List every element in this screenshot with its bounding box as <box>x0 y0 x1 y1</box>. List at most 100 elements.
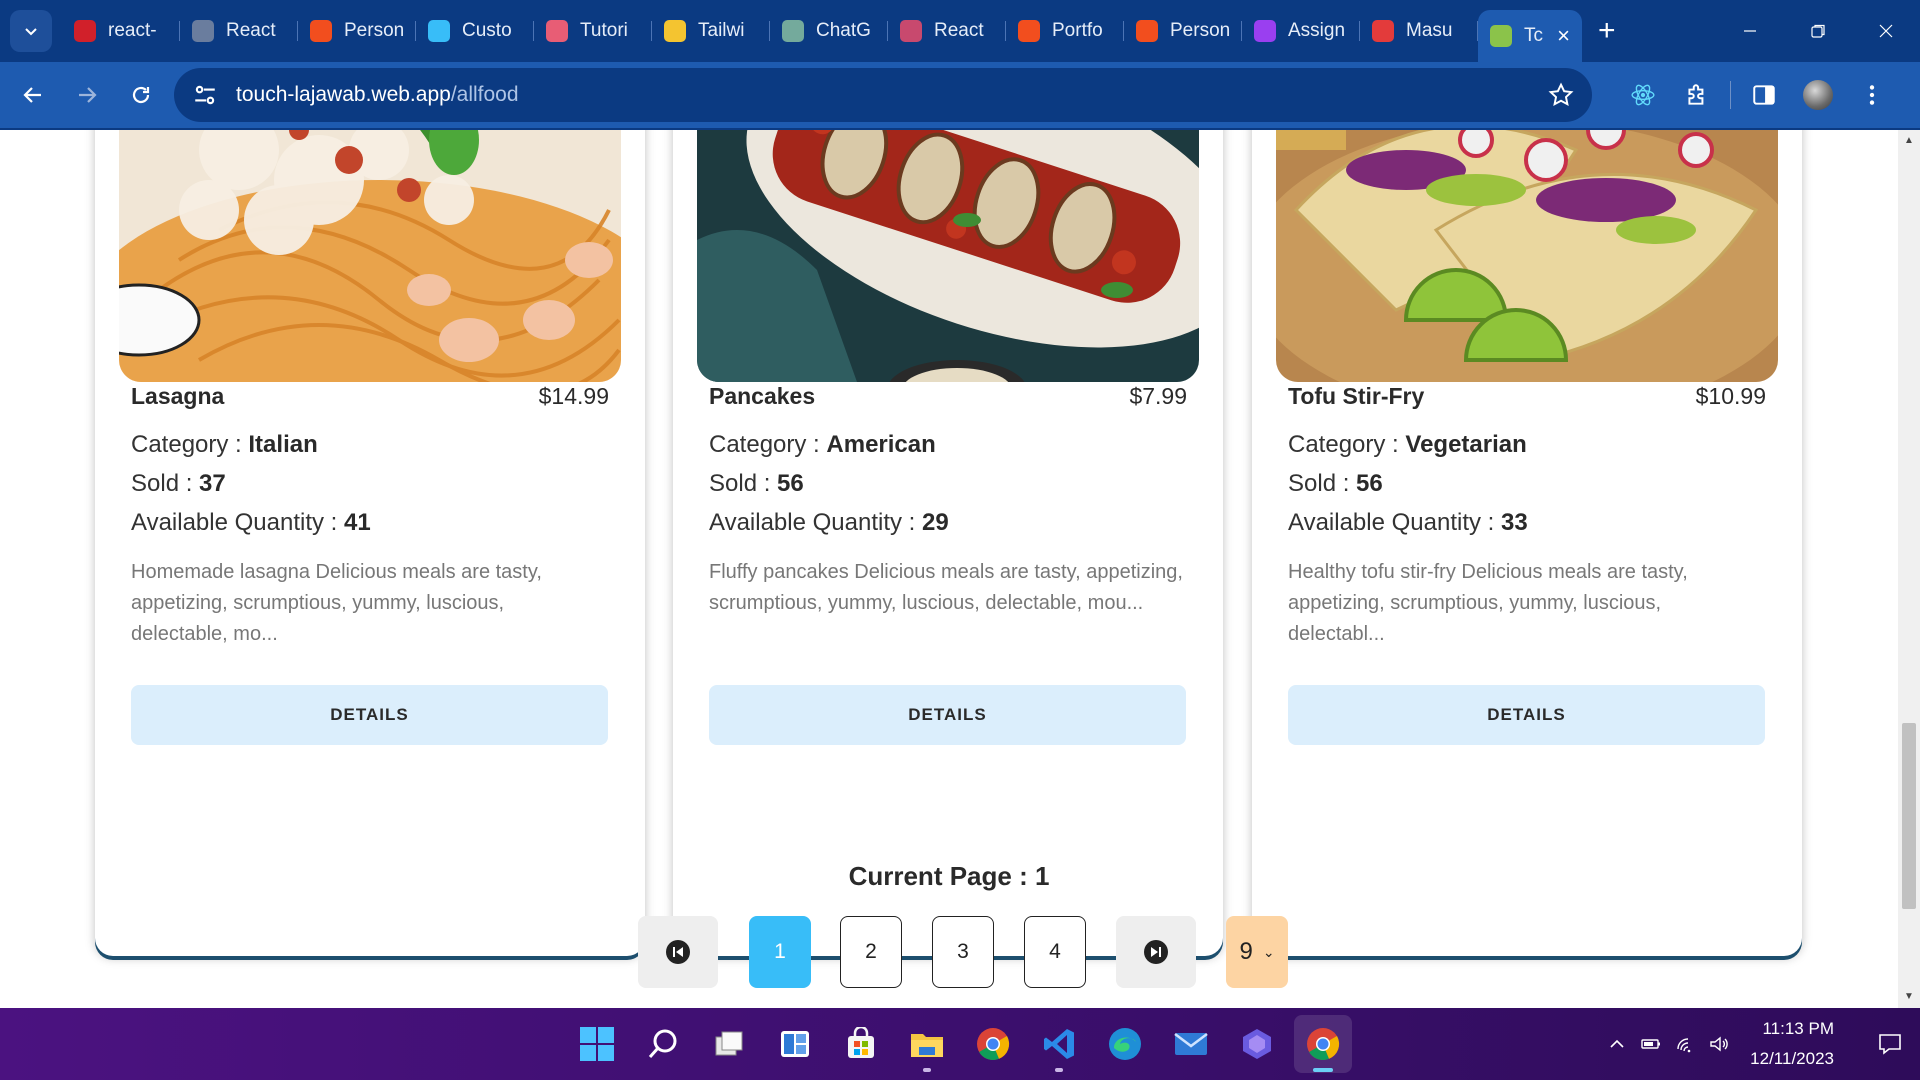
window-controls <box>1716 0 1920 62</box>
extensions-button[interactable] <box>1670 68 1724 122</box>
arrow-left-icon <box>23 87 41 103</box>
scroll-up-arrow-icon[interactable]: ▲ <box>1898 132 1920 150</box>
mail-button[interactable] <box>1162 1015 1220 1073</box>
close-window-button[interactable] <box>1852 0 1920 62</box>
tab-list: react- React Person Custo Tutori Tailwi ChatG R… <box>62 0 1582 62</box>
details-button[interactable]: DETAILS <box>709 685 1186 745</box>
food-category-line: Category : Italian <box>131 425 371 464</box>
food-title-row: Tofu Stir-Fry $10.99 <box>1288 383 1766 410</box>
chrome-button[interactable] <box>964 1015 1022 1073</box>
puzzle-icon <box>1688 84 1704 105</box>
minimize-button[interactable] <box>1716 0 1784 62</box>
network-status[interactable] <box>1668 1027 1702 1061</box>
taskbar-apps <box>568 1008 1360 1080</box>
task-view-icon <box>715 1031 743 1056</box>
food-category-line: Category : Vegetarian <box>1288 425 1528 464</box>
browser-tab[interactable]: Person <box>298 9 416 53</box>
browser-tab[interactable]: Custo <box>416 9 534 53</box>
food-quantity-line: Available Quantity : 33 <box>1288 503 1528 542</box>
browser-tab[interactable]: Masu <box>1360 9 1478 53</box>
close-tab-icon[interactable]: × <box>1557 23 1570 49</box>
browser-tab[interactable]: Person <box>1124 9 1242 53</box>
reload-button[interactable] <box>114 68 168 122</box>
start-button[interactable] <box>568 1015 626 1073</box>
system-clock[interactable]: 11:13 PM 12/11/2023 <box>1750 1014 1834 1074</box>
scroll-thumb[interactable] <box>1902 723 1916 909</box>
chrome-icon <box>977 1028 1010 1060</box>
category-label: Category : <box>1288 431 1406 458</box>
widgets-icon <box>781 1031 809 1057</box>
touch-lajawab-icon <box>1490 25 1512 47</box>
per-page-select[interactable]: 9 ⌄ <box>1226 916 1288 988</box>
browser-tab[interactable]: ChatG <box>770 9 888 53</box>
toolbar-divider <box>1730 81 1731 109</box>
new-tab-button[interactable]: + <box>1598 14 1616 48</box>
microsoft-store-button[interactable] <box>832 1015 890 1073</box>
browser-tab[interactable]: React <box>888 9 1006 53</box>
address-bar[interactable]: touch-lajawab.web.app/allfood <box>174 68 1592 122</box>
running-indicator <box>923 1068 931 1072</box>
tab-search-button[interactable] <box>10 10 52 52</box>
browser-tab[interactable]: Tutori <box>534 9 652 53</box>
speaker-icon <box>1710 1036 1728 1052</box>
last-page-button[interactable] <box>1116 916 1196 988</box>
reload-icon <box>132 86 150 104</box>
skip-first-icon <box>666 940 690 964</box>
food-title-row: Lasagna $14.99 <box>131 383 609 410</box>
food-meta: Category : Italian Sold : 37 Available Q… <box>131 425 371 542</box>
restore-button[interactable] <box>1784 0 1852 62</box>
volume-control[interactable] <box>1702 1027 1736 1061</box>
food-description: Healthy tofu stir-fry Delicious meals ar… <box>1288 561 1688 645</box>
food-sold-line: Sold : 37 <box>131 464 371 503</box>
forward-button[interactable] <box>60 68 114 122</box>
page-button-2[interactable]: 2 <box>840 916 902 988</box>
scroll-down-arrow-icon[interactable]: ▼ <box>1898 988 1920 1006</box>
page-button-1[interactable]: 1 <box>749 916 811 988</box>
tab-title: Tutori <box>580 20 628 41</box>
browser-tab[interactable]: Assign <box>1242 9 1360 53</box>
vscode-button[interactable] <box>1030 1015 1088 1073</box>
browser-menu-button[interactable] <box>1845 68 1899 122</box>
page-viewport: Lasagna $14.99 Category : Italian Sold :… <box>0 130 1898 1008</box>
browser-tab[interactable]: Tc × <box>1478 10 1582 62</box>
food-image-lasagna <box>119 130 621 382</box>
browser-tab[interactable]: React <box>180 9 298 53</box>
food-sold-line: Sold : 56 <box>709 464 949 503</box>
battery-status[interactable] <box>1634 1027 1668 1061</box>
chrome-active-button[interactable] <box>1294 1015 1352 1073</box>
food-card-pancakes: Pancakes $7.99 Category : American Sold … <box>673 130 1223 956</box>
details-button[interactable]: DETAILS <box>1288 685 1765 745</box>
details-button[interactable]: DETAILS <box>131 685 608 745</box>
page-button-4[interactable]: 4 <box>1024 916 1086 988</box>
task-view-button[interactable] <box>700 1015 758 1073</box>
chevron-up-icon <box>1610 1039 1624 1048</box>
tab-title: Portfo <box>1052 20 1103 41</box>
kebab-menu-icon <box>1869 85 1875 105</box>
taskbar-search-button[interactable] <box>634 1015 692 1073</box>
notification-center-button[interactable] <box>1860 1008 1920 1080</box>
sold-label: Sold : <box>709 470 778 497</box>
widgets-button[interactable] <box>766 1015 824 1073</box>
page-scrollbar[interactable]: ▲ ▼ <box>1898 130 1920 1008</box>
side-panel-icon <box>1753 85 1775 105</box>
browser-tab[interactable]: Tailwi <box>652 9 770 53</box>
quantity-label: Available Quantity : <box>709 509 923 536</box>
bookmark-star-icon[interactable] <box>1548 82 1574 108</box>
react-devtools-extension[interactable] <box>1616 68 1670 122</box>
figma-icon <box>1018 20 1040 42</box>
first-page-button[interactable] <box>638 916 718 988</box>
profile-button[interactable] <box>1791 68 1845 122</box>
back-button[interactable] <box>6 68 60 122</box>
browser-tab[interactable]: react- <box>62 9 180 53</box>
browser-tab[interactable]: Portfo <box>1006 9 1124 53</box>
show-hidden-icons-button[interactable] <box>1600 1027 1634 1061</box>
copilot-button[interactable] <box>1228 1015 1286 1073</box>
site-info-icon[interactable] <box>192 82 218 108</box>
food-name: Tofu Stir-Fry <box>1288 383 1425 409</box>
pagination: 1 2 3 4 9 ⌄ <box>0 916 1898 988</box>
side-panel-button[interactable] <box>1737 68 1791 122</box>
page-button-3[interactable]: 3 <box>932 916 994 988</box>
file-explorer-button[interactable] <box>898 1015 956 1073</box>
edge-button[interactable] <box>1096 1015 1154 1073</box>
figma-icon <box>310 20 332 42</box>
